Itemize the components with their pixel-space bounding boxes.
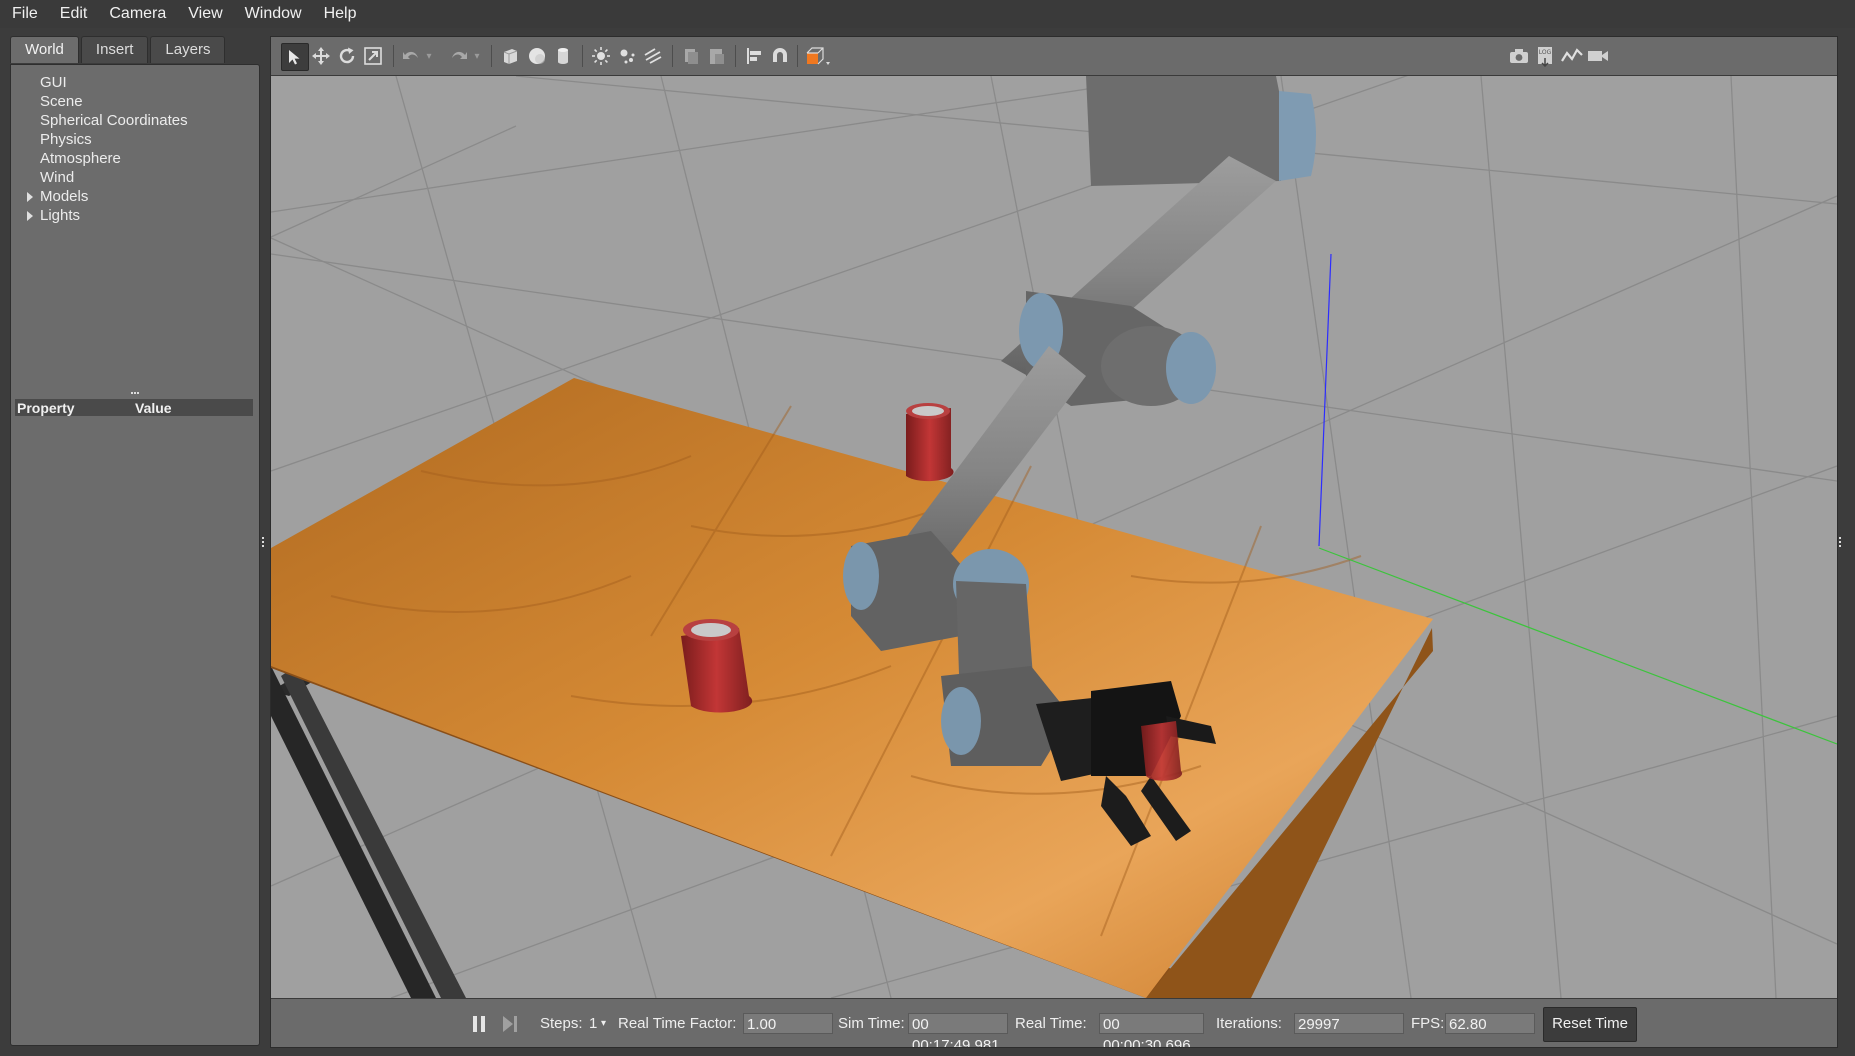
plot-icon[interactable] xyxy=(1559,43,1585,69)
tree-item-gui[interactable]: GUI xyxy=(11,73,259,92)
tree-item-scene[interactable]: Scene xyxy=(11,92,259,111)
tree-item-label: Physics xyxy=(40,131,92,148)
undo-icon[interactable] xyxy=(398,43,424,69)
rotate-mode-icon[interactable] xyxy=(334,43,360,69)
iterations-field: 29997 xyxy=(1294,1013,1404,1034)
tree-item-atmosphere[interactable]: Atmosphere xyxy=(11,149,259,168)
toolbar-separator xyxy=(582,45,583,67)
render-viewport: ▾ ▾ LOG Steps: 1 ▾ Real Time Factor: 1.0… xyxy=(270,36,1838,1048)
undo-history-chevron-down-icon[interactable]: ▾ xyxy=(422,43,436,69)
tab-world[interactable]: World xyxy=(10,36,79,63)
step-forward-button[interactable] xyxy=(502,999,518,1047)
paste-icon[interactable] xyxy=(704,43,730,69)
tree-item-label: Models xyxy=(40,188,89,205)
sim-time-label: Sim Time: xyxy=(838,1015,905,1032)
property-table-header: Property Value xyxy=(15,399,253,416)
sphere-shape-icon[interactable] xyxy=(524,43,550,69)
steps-value[interactable]: 1 xyxy=(589,999,597,1047)
scene-toolbar: ▾ ▾ LOG xyxy=(271,37,1837,76)
real-time-factor-field: 1.00 xyxy=(743,1013,833,1034)
translate-mode-icon[interactable] xyxy=(308,43,334,69)
menu-window[interactable]: Window xyxy=(233,5,312,23)
fps-field: 62.80 xyxy=(1445,1013,1535,1034)
snap-magnet-icon[interactable] xyxy=(767,43,793,69)
world-tree: GUI Scene Spherical Coordinates Physics … xyxy=(11,73,259,225)
sim-time-field: 00 00:17:49.981 xyxy=(908,1013,1008,1047)
tree-item-label: Wind xyxy=(40,169,75,186)
directional-light-icon[interactable] xyxy=(640,43,666,69)
log-icon[interactable]: LOG xyxy=(1532,43,1558,69)
redo-icon[interactable] xyxy=(446,43,472,69)
toolbar-separator xyxy=(491,45,492,67)
left-panel-collapse-handle[interactable] xyxy=(262,537,268,547)
record-video-icon[interactable] xyxy=(1585,43,1611,69)
world-panel: GUI Scene Spherical Coordinates Physics … xyxy=(10,64,260,1046)
copy-icon[interactable] xyxy=(678,43,704,69)
svg-text:LOG: LOG xyxy=(1539,49,1552,56)
toolbar-separator xyxy=(797,45,798,67)
tree-item-label: Scene xyxy=(40,93,83,110)
tree-item-models[interactable]: Models xyxy=(11,187,259,206)
menu-help[interactable]: Help xyxy=(312,5,367,23)
tree-item-lights[interactable]: Lights xyxy=(11,206,259,225)
steps-label: Steps: xyxy=(540,1015,583,1032)
menu-bar: File Edit Camera View Window Help xyxy=(0,0,1855,28)
select-mode-icon[interactable] xyxy=(281,43,309,71)
real-time-label: Real Time: xyxy=(1015,1015,1087,1032)
tree-item-label: Spherical Coordinates xyxy=(40,112,188,129)
steps-chevron-down-icon[interactable]: ▾ xyxy=(601,999,606,1047)
cylinder-shape-icon[interactable] xyxy=(550,43,576,69)
box-shape-icon[interactable] xyxy=(497,43,523,69)
menu-camera[interactable]: Camera xyxy=(97,5,176,23)
tree-item-spherical-coordinates[interactable]: Spherical Coordinates xyxy=(11,111,259,130)
tree-item-label: Lights xyxy=(40,207,81,224)
expand-arrow-icon[interactable] xyxy=(27,192,33,202)
screenshot-camera-icon[interactable] xyxy=(1506,43,1532,69)
fps-label: FPS: xyxy=(1411,1015,1445,1032)
reset-time-button[interactable]: Reset Time xyxy=(1543,1007,1637,1042)
align-icon[interactable] xyxy=(741,43,767,69)
menu-file[interactable]: File xyxy=(0,5,48,23)
scale-mode-icon[interactable] xyxy=(360,43,386,69)
menu-edit[interactable]: Edit xyxy=(48,5,98,23)
right-panel-collapse-handle[interactable] xyxy=(1839,537,1845,547)
real-time-factor-label: Real Time Factor: xyxy=(618,1015,737,1032)
redo-history-chevron-down-icon[interactable]: ▾ xyxy=(470,43,484,69)
view-angle-icon[interactable] xyxy=(803,43,835,69)
left-panel: World Insert Layers GUI Scene Spherical … xyxy=(10,36,260,1046)
property-column-header[interactable]: Property xyxy=(15,400,135,416)
toolbar-separator xyxy=(735,45,736,67)
menu-view[interactable]: View xyxy=(176,5,232,23)
pause-button[interactable] xyxy=(472,999,486,1047)
iterations-label: Iterations: xyxy=(1216,1015,1282,1032)
point-light-icon[interactable] xyxy=(588,43,614,69)
toolbar-separator xyxy=(672,45,673,67)
value-column-header[interactable]: Value xyxy=(135,400,172,416)
status-bar: Steps: 1 ▾ Real Time Factor: 1.00 Sim Ti… xyxy=(271,998,1837,1047)
tree-item-wind[interactable]: Wind xyxy=(11,168,259,187)
panel-tabs: World Insert Layers xyxy=(10,36,227,64)
tab-layers[interactable]: Layers xyxy=(150,36,226,63)
splitter-handle[interactable] xyxy=(131,392,139,398)
scene-3d-view[interactable] xyxy=(271,76,1837,998)
soda-can[interactable] xyxy=(906,403,954,482)
tree-item-physics[interactable]: Physics xyxy=(11,130,259,149)
tree-item-label: GUI xyxy=(40,74,67,91)
expand-arrow-icon[interactable] xyxy=(27,211,33,221)
tree-item-label: Atmosphere xyxy=(40,150,121,167)
tab-insert[interactable]: Insert xyxy=(80,36,149,63)
toolbar-separator xyxy=(393,45,394,67)
spot-light-icon[interactable] xyxy=(614,43,640,69)
real-time-field: 00 00:00:30.696 xyxy=(1099,1013,1204,1047)
